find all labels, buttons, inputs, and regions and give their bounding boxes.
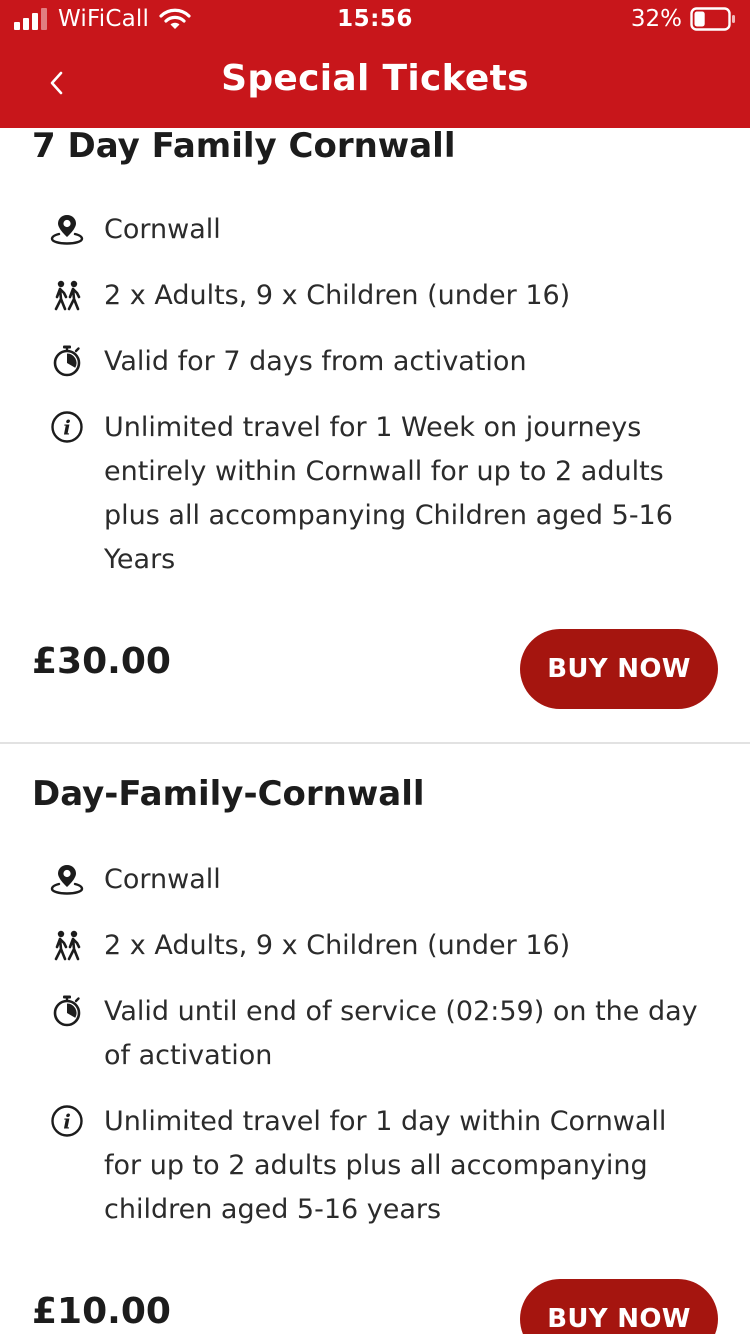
ticket-location: Cornwall [104,864,221,895]
app-header: WiFiCall 15:56 32% Special Tickets [0,0,750,128]
back-button[interactable] [30,58,84,108]
location-pin-icon [50,212,84,246]
ticket-list[interactable]: 7 Day Family Cornwall Cornwall 2 x Adult… [0,128,750,1334]
battery-percentage: 32% [630,6,682,32]
ticket-title: 7 Day Family Cornwall [32,128,456,166]
buy-now-button[interactable]: BUY NOW [520,629,718,709]
stopwatch-icon [50,344,84,378]
chevron-left-icon [50,71,63,95]
ticket-passengers: 2 x Adults, 9 x Children (under 16) [104,280,571,311]
page-title: Special Tickets [221,58,529,99]
ticket-validity: Valid for 7 days from activation [104,346,527,377]
ticket-price: £30.00 [32,641,171,682]
ticket-description: Unlimited travel for 1 Week on journeys … [104,412,673,575]
info-icon [50,410,84,444]
stopwatch-icon [50,994,84,1028]
status-right: 32% [631,6,736,32]
people-walking-icon [50,278,84,312]
info-icon [50,1104,84,1138]
battery-icon [690,7,735,31]
ticket-title: Day-Family-Cornwall [32,774,425,814]
ticket-description: Unlimited travel for 1 day within Cornwa… [104,1106,667,1225]
ticket-location: Cornwall [104,214,221,245]
battery-fill [694,11,705,27]
buy-now-button[interactable]: BUY NOW [520,1279,718,1334]
ticket-validity: Valid until end of service (02:59) on th… [104,996,698,1071]
ticket-price: £10.00 [32,1291,171,1332]
ticket-card: Day-Family-Cornwall Cornwall 2 x Adults,… [0,742,750,1334]
ticket-passengers: 2 x Adults, 9 x Children (under 16) [104,930,571,961]
status-bar: WiFiCall 15:56 32% [0,0,750,40]
location-pin-icon [50,862,84,896]
people-walking-icon [50,928,84,962]
